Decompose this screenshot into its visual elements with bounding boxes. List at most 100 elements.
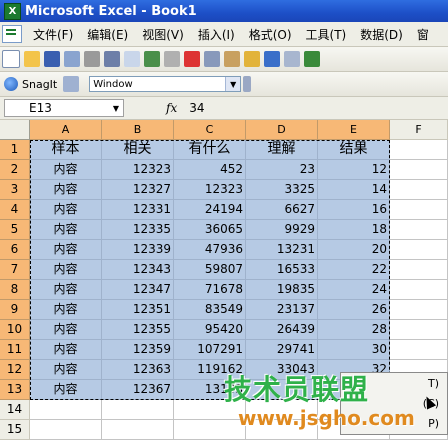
cell-b13[interactable]: 12367: [102, 380, 174, 400]
cell-e4[interactable]: 16: [318, 200, 390, 220]
cell-e7[interactable]: 22: [318, 260, 390, 280]
cell-b8[interactable]: 12347: [102, 280, 174, 300]
cell-b10[interactable]: 12355: [102, 320, 174, 340]
cell-a7[interactable]: 内容: [30, 260, 102, 280]
cell-b3[interactable]: 12327: [102, 180, 174, 200]
cell-c7[interactable]: 59807: [174, 260, 246, 280]
research-icon[interactable]: [164, 51, 180, 67]
cell-c4[interactable]: 24194: [174, 200, 246, 220]
column-header-b[interactable]: B: [102, 120, 174, 140]
cell-b7[interactable]: 12343: [102, 260, 174, 280]
cell-d9[interactable]: 23137: [246, 300, 318, 320]
cell-e5[interactable]: 18: [318, 220, 390, 240]
cell-b11[interactable]: 12359: [102, 340, 174, 360]
cell-a5[interactable]: 内容: [30, 220, 102, 240]
menu-tools[interactable]: 工具(T): [299, 26, 354, 43]
cell-e3[interactable]: 14: [318, 180, 390, 200]
cell-a3[interactable]: 内容: [30, 180, 102, 200]
cell-b2[interactable]: 12323: [102, 160, 174, 180]
cell-e10[interactable]: 28: [318, 320, 390, 340]
cell-a14[interactable]: [30, 400, 102, 420]
cell-a9[interactable]: 内容: [30, 300, 102, 320]
cell-d11[interactable]: 29741: [246, 340, 318, 360]
menu-format[interactable]: 格式(O): [242, 26, 299, 43]
row-header-7[interactable]: 7: [0, 260, 30, 280]
paste-icon[interactable]: [224, 51, 240, 67]
permission-icon[interactable]: [64, 51, 80, 67]
cell-a11[interactable]: 内容: [30, 340, 102, 360]
menu-edit[interactable]: 编辑(E): [80, 26, 135, 43]
cell-b4[interactable]: 12331: [102, 200, 174, 220]
save-icon[interactable]: [44, 51, 60, 67]
cell-f5[interactable]: [390, 220, 448, 240]
menu-data[interactable]: 数据(D): [353, 26, 410, 43]
row-header-4[interactable]: 4: [0, 200, 30, 220]
cell-f6[interactable]: [390, 240, 448, 260]
undo-icon[interactable]: [264, 51, 280, 67]
cell-f2[interactable]: [390, 160, 448, 180]
toolbar-options-icon[interactable]: [243, 76, 252, 92]
cell-b1[interactable]: 相关: [102, 140, 174, 160]
chevron-down-icon[interactable]: ▼: [225, 77, 241, 91]
column-header-f[interactable]: F: [390, 120, 448, 140]
cell-e11[interactable]: 30: [318, 340, 390, 360]
open-icon[interactable]: [24, 51, 40, 67]
cell-c9[interactable]: 83549: [174, 300, 246, 320]
cell-f7[interactable]: [390, 260, 448, 280]
select-all-corner[interactable]: [0, 120, 30, 140]
cell-a12[interactable]: 内容: [30, 360, 102, 380]
fx-icon[interactable]: fx: [166, 101, 177, 115]
print-preview-icon[interactable]: [124, 51, 140, 67]
cell-d7[interactable]: 16533: [246, 260, 318, 280]
cell-f8[interactable]: [390, 280, 448, 300]
copy-icon[interactable]: [204, 51, 220, 67]
menu-view[interactable]: 视图(V): [135, 26, 191, 43]
column-header-c[interactable]: C: [174, 120, 246, 140]
cell-c11[interactable]: 107291: [174, 340, 246, 360]
cell-b5[interactable]: 12335: [102, 220, 174, 240]
cut-icon[interactable]: [184, 51, 200, 67]
camera-icon[interactable]: [63, 76, 80, 92]
row-header-13[interactable]: 13: [0, 380, 30, 400]
cell-e6[interactable]: 20: [318, 240, 390, 260]
row-header-14[interactable]: 14: [0, 400, 30, 420]
menu-file[interactable]: 文件(F): [26, 26, 80, 43]
snagit-button[interactable]: SnagIt: [4, 77, 57, 91]
cell-e1[interactable]: 结果: [318, 140, 390, 160]
cell-c10[interactable]: 95420: [174, 320, 246, 340]
redo-icon[interactable]: [284, 51, 300, 67]
cell-f11[interactable]: [390, 340, 448, 360]
row-header-12[interactable]: 12: [0, 360, 30, 380]
cell-b6[interactable]: 12339: [102, 240, 174, 260]
cell-b14[interactable]: [102, 400, 174, 420]
row-header-3[interactable]: 3: [0, 180, 30, 200]
cell-c2[interactable]: 452: [174, 160, 246, 180]
cell-c1[interactable]: 有什么: [174, 140, 246, 160]
cell-d3[interactable]: 3325: [246, 180, 318, 200]
cell-d10[interactable]: 26439: [246, 320, 318, 340]
cell-a13[interactable]: 内容: [30, 380, 102, 400]
cell-d1[interactable]: 理解: [246, 140, 318, 160]
cell-e9[interactable]: 26: [318, 300, 390, 320]
cell-e2[interactable]: 12: [318, 160, 390, 180]
menu-insert[interactable]: 插入(I): [191, 26, 242, 43]
row-header-10[interactable]: 10: [0, 320, 30, 340]
cell-d8[interactable]: 19835: [246, 280, 318, 300]
column-header-e[interactable]: E: [318, 120, 390, 140]
cell-c3[interactable]: 12323: [174, 180, 246, 200]
spelling-icon[interactable]: [144, 51, 160, 67]
row-header-11[interactable]: 11: [0, 340, 30, 360]
cell-a6[interactable]: 内容: [30, 240, 102, 260]
format-painter-icon[interactable]: [244, 51, 260, 67]
cell-a2[interactable]: 内容: [30, 160, 102, 180]
row-header-15[interactable]: 15: [0, 420, 30, 440]
print-icon[interactable]: [104, 51, 120, 67]
row-header-9[interactable]: 9: [0, 300, 30, 320]
column-header-d[interactable]: D: [246, 120, 318, 140]
cell-b12[interactable]: 12363: [102, 360, 174, 380]
context-menu-item[interactable]: T): [428, 375, 439, 393]
cell-f4[interactable]: [390, 200, 448, 220]
cell-f9[interactable]: [390, 300, 448, 320]
row-header-1[interactable]: 1: [0, 140, 30, 160]
cell-d4[interactable]: 6627: [246, 200, 318, 220]
